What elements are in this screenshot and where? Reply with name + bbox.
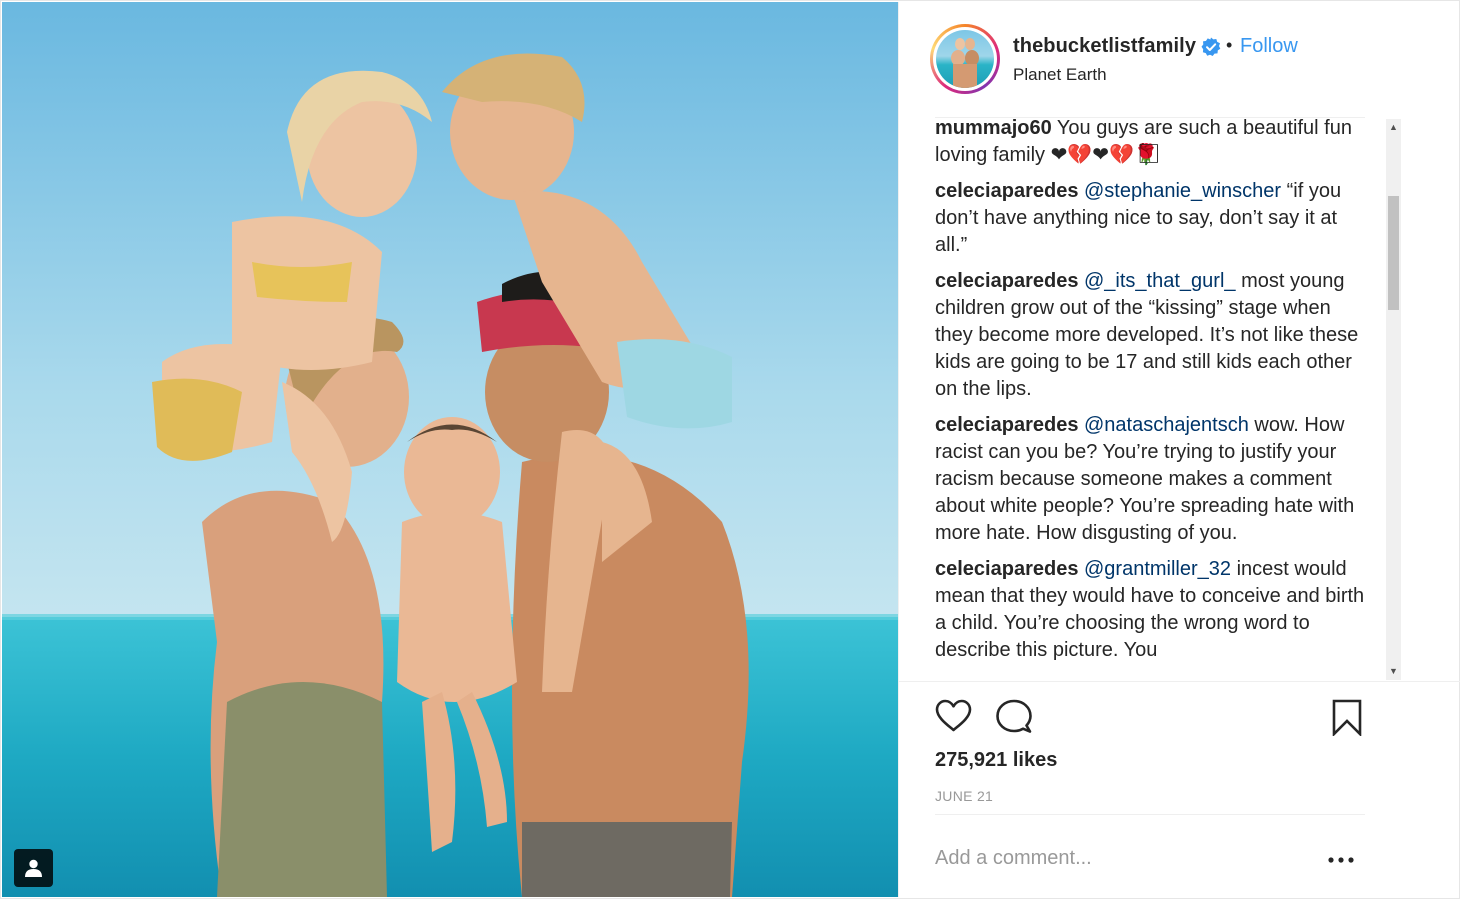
- post-actions: [899, 681, 1460, 752]
- comment-item: celeciaparedes @_its_that_gurl_ most you…: [935, 268, 1365, 403]
- scroll-down-arrow-icon[interactable]: ▼: [1386, 663, 1401, 680]
- more-options-icon[interactable]: [1328, 850, 1354, 868]
- scroll-up-arrow-icon[interactable]: ▲: [1386, 119, 1401, 136]
- comment-author[interactable]: celeciaparedes: [935, 558, 1078, 580]
- post-photo[interactable]: [2, 2, 898, 897]
- post-image: [2, 2, 898, 897]
- location-link[interactable]: Planet Earth: [1013, 65, 1107, 85]
- post-side-panel: thebucketlistfamily • Follow Planet Eart…: [898, 2, 1460, 897]
- username-link[interactable]: thebucketlistfamily: [1013, 35, 1196, 58]
- tagged-people-button[interactable]: [14, 849, 53, 887]
- comment-mention[interactable]: @stephanie_winscher: [1084, 180, 1281, 202]
- post-header: thebucketlistfamily • Follow Planet Eart…: [899, 2, 1460, 117]
- comment-input[interactable]: [935, 841, 1315, 875]
- comment-mention[interactable]: @_its_that_gurl_: [1084, 270, 1236, 292]
- comment-item: mummajo60 You guys are such a beautiful …: [935, 118, 1365, 169]
- person-tag-icon: [25, 859, 42, 877]
- avatar[interactable]: [930, 24, 1000, 94]
- verified-badge-icon: [1201, 37, 1221, 62]
- comments-list[interactable]: mummajo60 You guys are such a beautiful …: [935, 117, 1365, 682]
- comments-scrollbar[interactable]: ▲ ▼: [1386, 119, 1401, 680]
- comment-author[interactable]: mummajo60: [935, 118, 1052, 139]
- likes-count[interactable]: 275,921 likes: [935, 749, 1057, 772]
- post-date[interactable]: JUNE 21: [935, 788, 993, 804]
- comment-item: celeciaparedes @stephanie_winscher “if y…: [935, 178, 1365, 259]
- comment-item: celeciaparedes @nataschajentsch wow. How…: [935, 412, 1365, 547]
- separator-dot: •: [1226, 35, 1233, 55]
- post-window: thebucketlistfamily • Follow Planet Eart…: [0, 0, 1460, 899]
- comment-bubble-icon[interactable]: [996, 699, 1032, 739]
- avatar-image: [936, 30, 994, 88]
- comment-mention[interactable]: @grantmiller_32: [1084, 558, 1231, 580]
- add-comment-section: [935, 814, 1365, 899]
- follow-button[interactable]: Follow: [1240, 35, 1298, 58]
- scroll-thumb[interactable]: [1388, 196, 1399, 310]
- bookmark-icon[interactable]: [1332, 699, 1362, 741]
- comment-item: celeciaparedes @grantmiller_32 incest wo…: [935, 556, 1365, 664]
- comment-author[interactable]: celeciaparedes: [935, 270, 1078, 292]
- comment-author[interactable]: celeciaparedes: [935, 414, 1078, 436]
- comment-author[interactable]: celeciaparedes: [935, 180, 1078, 202]
- comment-mention[interactable]: @nataschajentsch: [1084, 414, 1249, 436]
- heart-icon[interactable]: [935, 699, 972, 737]
